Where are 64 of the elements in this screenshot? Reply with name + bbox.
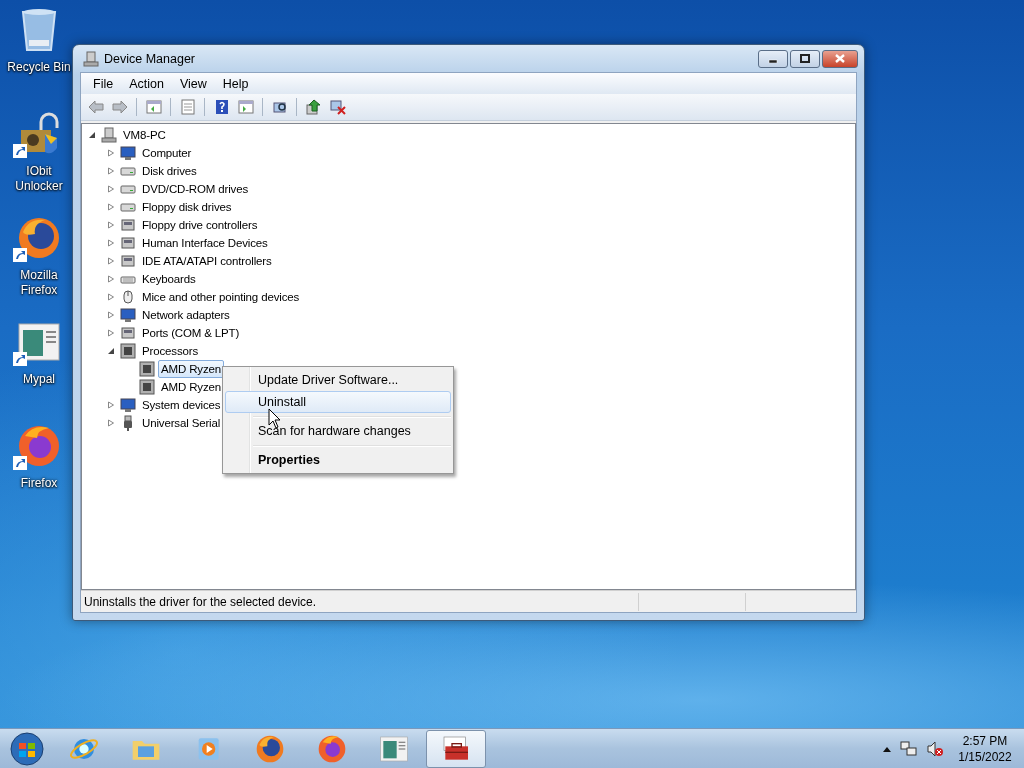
desktop-icon-label[interactable]: Mypal <box>23 372 55 387</box>
desktop-icon-label[interactable]: Mozilla Firefox <box>6 268 72 298</box>
scan-icon <box>271 99 288 115</box>
device-icon <box>120 325 136 341</box>
chip-icon <box>139 379 155 395</box>
maximize-button[interactable] <box>790 49 820 68</box>
device-icon <box>120 253 136 269</box>
context-menu-item[interactable]: Scan for hardware changes <box>225 420 451 442</box>
taskbar-button[interactable] <box>426 729 486 768</box>
tree-item[interactable]: AMD Ryzen <box>158 360 224 378</box>
device-icon <box>120 217 136 233</box>
tree-item[interactable]: IDE ATA/ATAPI controllers <box>139 252 275 270</box>
chip-icon <box>139 361 155 377</box>
tree-item[interactable]: Processors <box>139 342 202 360</box>
tree-item[interactable]: Network adapters <box>139 306 233 324</box>
tree-item[interactable]: Universal Serial <box>139 414 224 432</box>
close-icon <box>835 54 845 63</box>
context-menu-item[interactable]: Properties <box>225 449 451 471</box>
windows-orb-icon <box>9 730 45 767</box>
menu-item[interactable]: File <box>85 74 122 93</box>
tree-item[interactable]: Mice and other pointing devices <box>139 288 303 306</box>
tree-item[interactable]: Computer <box>139 144 195 162</box>
network-icon <box>900 739 918 758</box>
clock-time[interactable]: 2:57 PM <box>962 732 1008 749</box>
monitor-icon <box>120 397 136 413</box>
status-text: Uninstalls the driver for the selected device. <box>83 594 318 609</box>
menu-item[interactable]: View <box>171 74 215 93</box>
window-title: Device Manager <box>104 51 196 66</box>
desktop-icon-label[interactable]: IObit Unlocker <box>6 164 72 194</box>
right-arrow-icon <box>111 99 128 115</box>
menu-item[interactable]: Action <box>121 74 172 93</box>
computer-icon <box>101 127 117 143</box>
clock-date[interactable]: 1/15/2022 <box>958 748 1012 765</box>
tree-item[interactable]: System devices <box>139 396 224 414</box>
tree-item[interactable]: Disk drives <box>139 162 200 180</box>
sheet-icon <box>179 99 196 115</box>
tree-item[interactable]: Floppy drive controllers <box>139 216 261 234</box>
device-manager-icon <box>83 50 99 67</box>
chip-icon <box>120 343 136 359</box>
help-icon <box>213 99 230 115</box>
tree-item[interactable]: AMD Ryzen <box>158 378 224 396</box>
context-menu-item[interactable]: Update Driver Software... <box>225 369 451 391</box>
update-arrow-icon <box>305 99 322 115</box>
monitor-icon <box>120 145 136 161</box>
remove-icon <box>329 99 346 115</box>
menu-item[interactable]: Help <box>214 74 257 93</box>
context-menu-item[interactable]: Uninstall <box>225 391 451 413</box>
device-icon <box>120 235 136 251</box>
tree-item[interactable]: Ports (COM & LPT) <box>139 324 243 342</box>
desktop-icon-label[interactable]: Firefox <box>20 476 58 491</box>
tree-item[interactable]: VM8-PC <box>120 126 169 144</box>
tree-item[interactable]: Keyboards <box>139 270 199 288</box>
tree-item[interactable]: Human Interface Devices <box>139 234 271 252</box>
close-button[interactable] <box>822 49 858 68</box>
minimize-button[interactable] <box>758 49 788 68</box>
desktop-icon-label[interactable]: Recycle Bin <box>7 60 71 75</box>
tree-item[interactable]: DVD/CD-ROM drives <box>139 180 252 198</box>
pane-icon <box>237 99 254 115</box>
tree-item[interactable]: Floppy disk drives <box>139 198 235 216</box>
pane-icon <box>145 99 162 115</box>
muted-speaker-icon <box>926 739 944 758</box>
left-arrow-icon <box>87 99 104 115</box>
maximize-icon <box>800 54 810 63</box>
monitor-icon <box>120 307 136 323</box>
